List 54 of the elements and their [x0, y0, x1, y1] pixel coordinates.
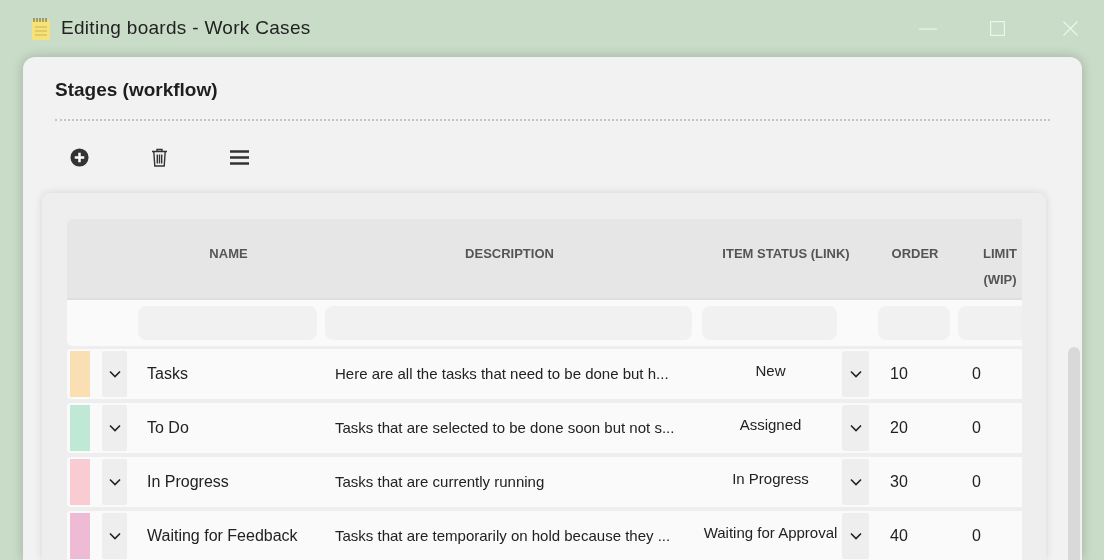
expand-button[interactable] [102, 458, 127, 505]
chevron-icon [108, 531, 121, 540]
table-row[interactable]: In Progress Tasks that are currently running In Progress 30 0 [67, 456, 1022, 507]
table-cell: 0 [972, 418, 981, 436]
table-cell: Tasks that are selected to be done soon but not s... [335, 418, 675, 436]
chevron-icon [108, 477, 121, 486]
table-cell-text: Waiting for Approval [703, 523, 838, 544]
table-cell: 30 [890, 472, 908, 490]
menu-icon[interactable] [230, 149, 249, 165]
expand-button[interactable] [102, 512, 127, 559]
expand-button[interactable] [102, 350, 127, 397]
chevron-icon [849, 477, 862, 486]
table-cell: 10 [890, 364, 908, 382]
table-cell: 0 [972, 472, 981, 490]
column-header: LIMIT (WIP) [982, 244, 1018, 289]
table-cell: Tasks that are currently running [335, 472, 545, 490]
dropdown-button[interactable] [842, 458, 869, 505]
column-header: DESCRIPTION [465, 244, 554, 263]
table-cell: 0 [972, 364, 981, 382]
window-title: Editing boards - Work Cases [61, 16, 311, 41]
table-cell-text: New [755, 361, 786, 382]
dropdown-button[interactable] [842, 512, 869, 559]
table-cell: Tasks that are temporarily on hold because they ... [335, 526, 671, 544]
expand-button[interactable] [102, 404, 127, 451]
chevron-icon [849, 423, 862, 432]
close-icon[interactable] [1063, 21, 1078, 36]
table-cell: Tasks [147, 364, 188, 382]
chevron-icon [849, 369, 862, 378]
column-header: ITEM STATUS (LINK) [722, 244, 850, 263]
dropdown-button[interactable] [842, 404, 869, 451]
chevron-icon [849, 531, 862, 540]
table-cell: Here are all the tasks that need to be done but h... [335, 364, 669, 382]
table-cell: In Progress [147, 472, 229, 490]
column-header: ORDER [891, 244, 939, 263]
table-cell-text: Assigned [739, 415, 802, 436]
notepad-icon [31, 16, 51, 41]
table-cell: To Do [147, 418, 189, 436]
table-row[interactable]: Waiting for Feedback Tasks that are temporarily on hold because they ... Waiting for Approval 40 0 [67, 510, 1022, 560]
table-cell-text: In Progress [732, 469, 809, 490]
table-cell: Waiting for Feedback [147, 526, 298, 544]
table-row[interactable]: To Do Tasks that are selected to be done soon but not s... Assigned 20 0 [67, 402, 1022, 453]
table-cell: 0 [972, 526, 981, 544]
table-cell: 40 [890, 526, 908, 544]
column-header: NAME [209, 244, 248, 263]
dropdown-button[interactable] [842, 350, 869, 397]
table-row[interactable]: Tasks Here are all the tasks that need to be done but h... New 10 0 [67, 348, 1022, 399]
scrollbar[interactable] [1068, 346, 1080, 560]
trash-icon[interactable] [151, 147, 168, 167]
panel-title: Stages (workflow) [55, 79, 218, 100]
table-cell: 20 [890, 418, 908, 436]
add-icon[interactable] [70, 147, 89, 167]
chevron-icon [108, 369, 121, 378]
chevron-icon [108, 423, 121, 432]
maximize-icon[interactable] [990, 21, 1005, 36]
